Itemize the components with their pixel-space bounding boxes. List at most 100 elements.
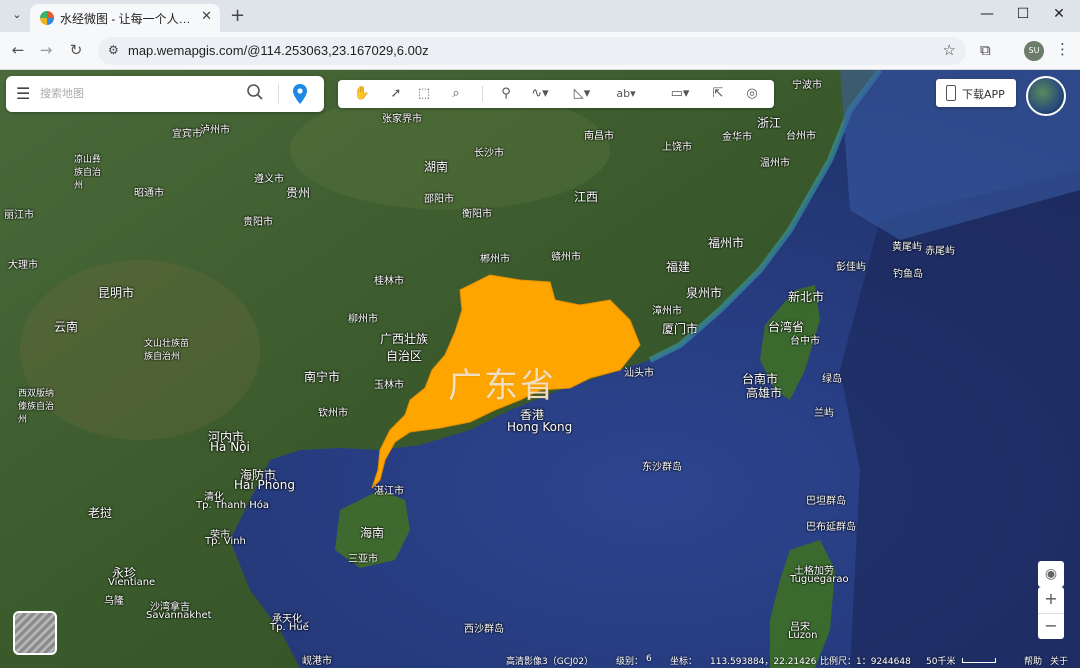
place-label: 金华市 [722, 132, 752, 143]
hand-pan-icon[interactable]: ✋ [352, 84, 372, 104]
text-label-icon[interactable]: ab▾ [610, 84, 642, 104]
scale-bar [962, 658, 996, 663]
tab-title: 水经微图 - 让每一个人都有自己 [60, 12, 200, 26]
place-label: 彭佳屿 [836, 262, 866, 273]
extensions-icon[interactable]: ⧉ [980, 41, 991, 59]
bookmark-star-icon[interactable]: ☆ [943, 41, 956, 59]
place-label: 玉林市 [374, 380, 404, 391]
phone-icon [946, 85, 956, 101]
ruler-icon[interactable]: ▭▾ [664, 84, 696, 104]
polyline-icon[interactable]: ∿▾ [526, 84, 554, 104]
browser-tab[interactable]: 水经微图 - 让每一个人都有自己 ✕ [30, 4, 220, 32]
place-label: 湛江市 [374, 486, 404, 497]
search-icon[interactable] [246, 83, 264, 101]
locate-me-icon[interactable]: ◉ [1038, 561, 1064, 587]
help-link[interactable]: 帮助 [1024, 654, 1042, 667]
new-tab-icon[interactable]: + [230, 5, 245, 26]
place-label: 大理市 [8, 260, 38, 271]
place-label: 邵阳市 [424, 194, 454, 205]
reload-icon[interactable]: ↻ [66, 41, 86, 59]
place-label: 贵州 [286, 186, 311, 200]
place-label: Tp. Huế [270, 622, 309, 633]
place-label: 温州市 [760, 158, 790, 169]
back-icon[interactable]: ← [8, 41, 28, 59]
coord-label: 坐标： [670, 657, 698, 667]
place-label: 郴州市 [480, 254, 510, 265]
zoom-search-icon[interactable]: ⌕ [446, 84, 466, 104]
place-label: Hải Phòng [234, 478, 295, 492]
place-label: 凉山彝族自治州 [74, 155, 102, 191]
window-close-icon[interactable]: ✕ [1049, 6, 1069, 22]
place-label: 赤尾屿 [925, 246, 955, 257]
zoom-in-button[interactable]: + [1038, 587, 1064, 613]
cursor-tool-icon[interactable]: ⇱ [708, 84, 728, 104]
basemap-globe-icon[interactable] [1026, 76, 1066, 116]
place-label: Hà Nội [210, 440, 250, 454]
place-label: 福州市 [708, 236, 745, 250]
forward-icon[interactable]: → [36, 41, 56, 59]
place-label: 衡阳市 [462, 209, 492, 220]
place-label: 宜宾市 [172, 129, 202, 140]
place-label: 钓鱼岛 [893, 269, 923, 280]
place-label: 三亚市 [348, 554, 378, 565]
map-canvas[interactable]: 广东省 香港 Hong Kong 宁波市 张家界市 宜宾市 泸州市 湖南 南昌市… [0, 70, 1080, 668]
place-label: 福建 [666, 260, 691, 274]
location-pin-tool-icon[interactable]: ⚲ [496, 84, 516, 104]
province-label: 广东省 [448, 366, 556, 406]
place-label: 兰屿 [814, 408, 834, 419]
place-label: 汕头市 [624, 368, 654, 379]
tab-bar: ⌄ 水经微图 - 让每一个人都有自己 ✕ + — ☐ ✕ [0, 0, 1080, 32]
minimize-icon[interactable]: — [977, 6, 997, 22]
level-value: 6 [646, 654, 652, 664]
place-label: Tuguegarao [790, 574, 849, 585]
place-label: 赣州市 [551, 252, 581, 263]
place-label: 岘港市 [302, 656, 332, 667]
place-label: 昆明市 [98, 286, 135, 300]
scale-text: 50千米 [926, 657, 956, 667]
place-label: 湖南 [424, 160, 449, 174]
place-label: 江西 [574, 190, 599, 204]
about-link[interactable]: 关于 [1050, 654, 1068, 667]
place-label: 漳州市 [652, 306, 682, 317]
place-label: 厦门市 [662, 322, 699, 336]
browser-menu-icon[interactable]: ⋮ [1055, 40, 1070, 58]
place-label: 桂林市 [374, 276, 404, 287]
download-app-label: 下载APP [962, 88, 1005, 101]
place-label: 丽江市 [4, 210, 34, 221]
layer-switcher-thumbnail[interactable] [13, 611, 57, 655]
hamburger-menu-icon[interactable]: ☰ [16, 84, 30, 103]
hongkong-label-en: Hong Kong [507, 420, 573, 434]
place-label: 黄尾屿 [892, 242, 922, 253]
maximize-icon[interactable]: ☐ [1013, 6, 1033, 22]
place-label: 巴布延群岛 [806, 522, 856, 533]
area-measure-icon[interactable]: ◺▾ [566, 84, 598, 104]
map-toolbar: ✋ ➚ ⬚ ⌕ ⚲ ∿▾ ◺▾ ab▾ ▭▾ ⇱ ◎ [338, 80, 774, 108]
zoom-control: + − [1038, 587, 1064, 639]
globe-tool-icon[interactable]: ◎ [742, 84, 762, 104]
place-label: 台中市 [790, 336, 820, 347]
place-label: 泸州市 [200, 125, 230, 136]
place-label: 上饶市 [662, 142, 692, 153]
box-select-icon[interactable]: ⬚ [414, 84, 434, 104]
profile-avatar[interactable]: SU [1024, 41, 1044, 61]
scale-ratio: 比例尺：1：9244648 [820, 657, 911, 667]
tab-close-icon[interactable]: ✕ [201, 9, 212, 24]
zoom-out-button[interactable]: − [1038, 614, 1064, 640]
select-arrow-icon[interactable]: ➚ [386, 84, 406, 104]
place-label: 新北市 [788, 290, 825, 304]
place-label: 遵义市 [254, 174, 284, 185]
search-divider [278, 84, 279, 104]
place-label: Vientiane [108, 577, 156, 588]
download-app-button[interactable]: 下载APP [936, 79, 1016, 107]
omnibox[interactable]: ⚙ map.wemapgis.com/@114.253063,23.167029… [98, 37, 966, 65]
place-label: 东沙群岛 [642, 462, 682, 473]
url-text[interactable]: map.wemapgis.com/@114.253063,23.167029,6… [128, 43, 429, 58]
place-label: 西沙群岛 [464, 624, 504, 635]
place-label: 云南 [54, 320, 79, 334]
site-info-icon[interactable]: ⚙ [108, 43, 119, 57]
tab-search-dropdown-icon[interactable]: ⌄ [8, 6, 26, 24]
place-label: 文山壮族苗族自治州 [144, 339, 190, 362]
place-label: 高雄市 [746, 386, 783, 400]
map-search-input[interactable] [40, 84, 230, 104]
location-pin-icon[interactable] [291, 83, 309, 105]
